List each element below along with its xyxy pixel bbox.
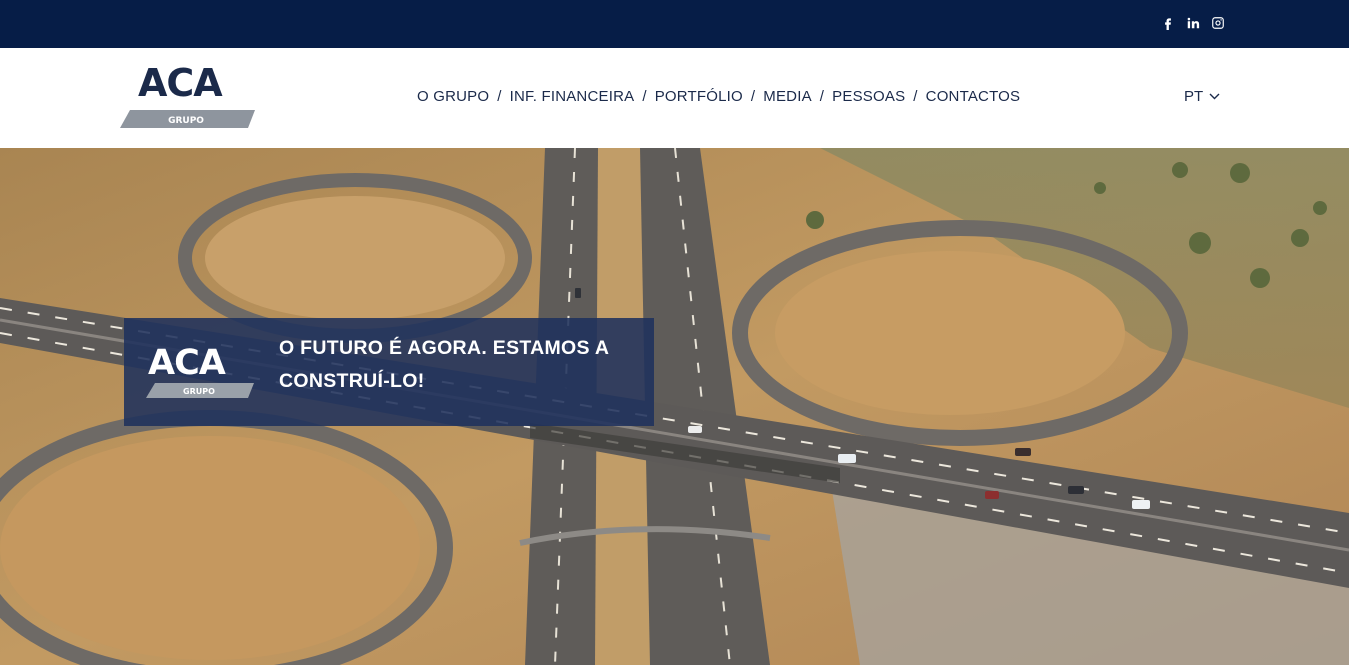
hero-section: ACA GRUPO O FUTURO É AGORA. ESTAMOS A CO… xyxy=(0,148,1349,665)
nav-separator: / xyxy=(819,88,825,105)
banner-logo-subtext: GRUPO xyxy=(183,387,215,396)
hero-headline: O FUTURO É AGORA. ESTAMOS A CONSTRUÍ-LO! xyxy=(279,337,609,392)
language-selector[interactable]: PT xyxy=(1184,88,1220,105)
nav-separator: / xyxy=(642,88,647,105)
banner-logo-text: ACA xyxy=(148,343,226,383)
hero-banner: ACA GRUPO O FUTURO É AGORA. ESTAMOS A CO… xyxy=(124,318,654,426)
nav-separator: / xyxy=(497,88,502,105)
banner-aca-logo: ACA GRUPO xyxy=(146,343,254,398)
nav-contactos[interactable]: CONTACTOS xyxy=(926,88,1021,105)
chevron-down-icon xyxy=(1209,93,1220,100)
nav-separator: / xyxy=(913,88,918,105)
aca-grupo-logo[interactable]: ACA GRUPO xyxy=(120,61,256,130)
nav-media[interactable]: MEDIA xyxy=(763,88,812,105)
language-label: PT xyxy=(1184,88,1204,105)
nav-separator: / xyxy=(750,88,756,105)
logo-text: ACA xyxy=(138,64,223,105)
nav-inf-financeira[interactable]: INF. FINANCEIRA xyxy=(510,88,635,105)
top-bar xyxy=(0,0,1349,48)
site-header: ACA GRUPO O GRUPO / INF. FINANCEIRA / PO… xyxy=(0,48,1349,148)
logo-subtext: GRUPO xyxy=(168,116,204,126)
nav-portfolio[interactable]: PORTFÓLIO xyxy=(655,88,743,105)
social-links xyxy=(1161,14,1225,32)
facebook-icon[interactable] xyxy=(1161,14,1175,32)
linkedin-icon[interactable] xyxy=(1186,14,1200,32)
instagram-icon[interactable] xyxy=(1211,14,1225,32)
nav-pessoas[interactable]: PESSOAS xyxy=(832,88,905,105)
main-nav: O GRUPO / INF. FINANCEIRA / PORTFÓLIO / … xyxy=(417,88,1020,105)
nav-o-grupo[interactable]: O GRUPO xyxy=(417,88,489,105)
